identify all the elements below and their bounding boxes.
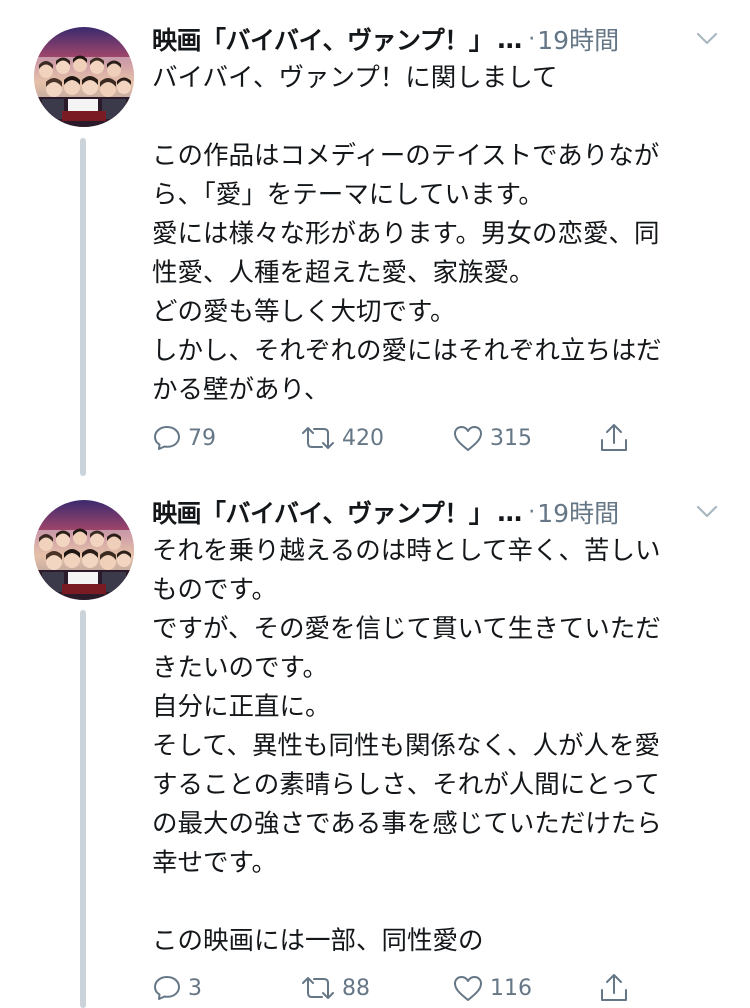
tweet-text-line: することの素晴らしさ、それが人間にとって [152,770,660,800]
avatar-image [34,27,134,127]
tweet-text-line: 性愛、人種を超えた愛、家族愛。 [152,258,535,288]
avatar[interactable] [34,27,134,127]
tweet-text-line: しかし、それぞれの愛にはそれぞれ立ちはだ [152,336,662,366]
name-ellipsis: … [497,497,523,527]
tweet-text-line: バイバイ、ヴァンプ！に関しまして [152,63,558,93]
tweet-text-line [152,98,732,137]
tweet-text-line: 幸せです。 [152,848,277,878]
like-count: 315 [490,425,532,451]
share-button[interactable] [598,418,630,458]
retweet-count: 420 [342,425,384,451]
tweet-text: バイバイ、ヴァンプ！に関しまして この作品はコメディーのテイストでありなが ら、… [152,59,732,410]
share-icon [601,974,627,1001]
tweet-text-line: どの愛も等しく大切です。 [152,297,456,327]
retweet-count: 88 [342,975,370,1001]
like-count: 116 [490,975,532,1001]
reply-icon [154,976,180,1000]
like-button[interactable]: 116 [452,968,532,1008]
heart-icon [454,976,482,1001]
tweet-text-line: そして、異性も同性も関係なく、人が人を愛 [152,731,660,761]
tweet-text-line: ら、「愛」をテーマにしています。 [152,180,544,210]
reply-icon [154,426,180,450]
retweet-button[interactable]: 88 [300,968,370,1008]
chevron-down-icon[interactable] [694,25,720,51]
tweet[interactable]: 映画「バイバイ、ヴァンプ！」 … · 19時間 それを乗り越えるのは時として辛く… [0,480,750,1008]
timestamp[interactable]: 19時間 [537,494,619,530]
tweet-text-line: かる壁があり、 [152,375,330,405]
retweet-icon [302,977,334,999]
tweet-text-line [152,883,732,922]
like-button[interactable]: 315 [452,418,532,458]
tweet-text: それを乗り越えるのは時として辛く、苦しい ものです。 ですが、その愛を信じて貫い… [152,532,732,961]
tweet-text-line: ものです。 [152,575,277,605]
retweet-icon [302,427,334,449]
reply-button[interactable]: 79 [152,418,216,458]
share-icon [601,424,627,451]
tweet-text-line: ですが、その愛を信じて貫いて生きていただ [152,614,661,644]
tweet[interactable]: 映画「バイバイ、ヴァンプ！」 … · 19時間 バイバイ、ヴァンプ！に関しまして… [0,0,750,480]
tweet-text-line: 愛には様々な形があります。男女の恋愛、同 [152,219,660,249]
tweet-text-line: 自分に正直に。 [152,692,331,722]
tweet-header: 映画「バイバイ、ヴァンプ！」 … · 19時間 [152,492,750,532]
tweet-text-line: この映画には一部、同性愛の [152,926,484,956]
tweet-header: 映画「バイバイ、ヴァンプ！」 … · 19時間 [152,19,750,59]
timestamp[interactable]: 19時間 [537,21,619,57]
tweet-actions: 3 88 116 [152,968,652,1008]
tweet-text-line: の最大の強さである事を感じていただけたら [152,809,662,839]
avatar-image [34,500,134,600]
tweet-text-line: きたいのです。 [152,653,328,683]
share-button[interactable] [598,968,630,1008]
retweet-button[interactable]: 420 [300,418,384,458]
display-name[interactable]: 映画「バイバイ、ヴァンプ！」 [152,494,494,530]
avatar[interactable] [34,500,134,600]
name-ellipsis: … [497,24,523,54]
reply-button[interactable]: 3 [152,968,202,1008]
tweet-actions: 79 420 315 [152,418,652,458]
separator-dot: · [528,499,536,525]
reply-count: 79 [188,425,216,451]
chevron-down-icon[interactable] [694,498,720,524]
tweet-text-line: この作品はコメディーのテイストでありなが [152,141,660,171]
reply-count: 3 [188,975,202,1001]
heart-icon [454,426,482,451]
tweet-text-line: それを乗り越えるのは時として辛く、苦しい [152,536,661,566]
display-name[interactable]: 映画「バイバイ、ヴァンプ！」 [152,21,494,57]
separator-dot: · [528,26,536,52]
